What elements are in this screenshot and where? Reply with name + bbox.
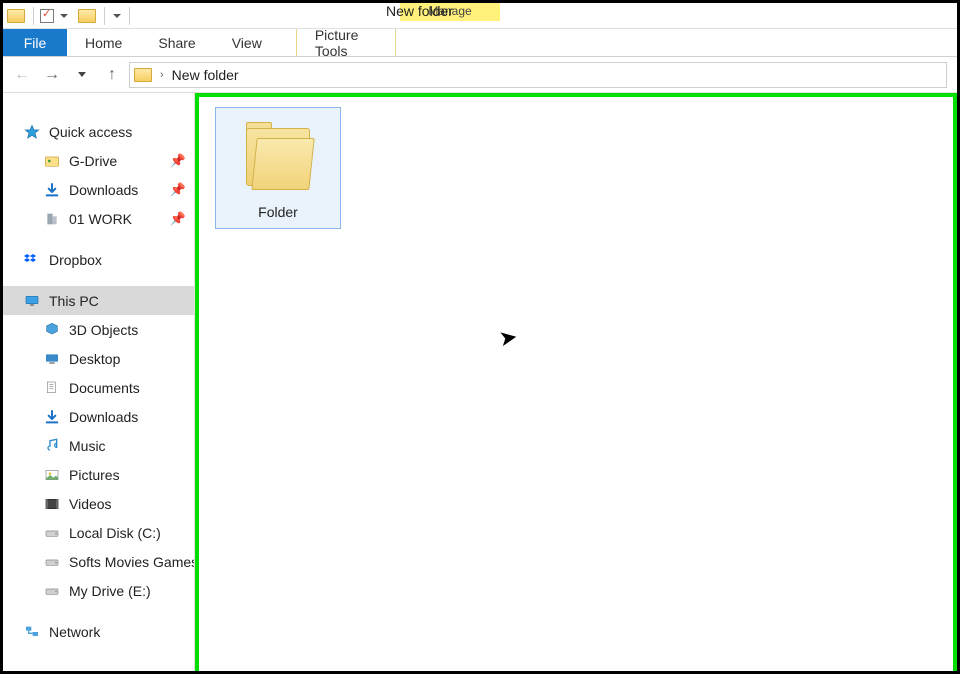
sidebar-dropbox[interactable]: Dropbox: [3, 245, 194, 274]
sidebar-item-label: Dropbox: [49, 252, 102, 268]
divider: [33, 7, 34, 25]
sidebar-item-label: Downloads: [69, 182, 138, 198]
divider: [129, 7, 130, 25]
sidebar-item-label: Quick access: [49, 124, 132, 140]
quick-access-toolbar: [3, 3, 134, 28]
network-icon: [23, 624, 41, 640]
pin-icon: 📌: [170, 182, 186, 198]
pictures-icon: [43, 467, 61, 483]
sidebar-item-desktop[interactable]: Desktop: [3, 344, 194, 373]
chevron-down-icon: [78, 72, 86, 77]
sidebar-item-downloads-pc[interactable]: Downloads: [3, 402, 194, 431]
star-icon: [23, 124, 41, 140]
up-button[interactable]: ↑: [99, 62, 125, 88]
chevron-down-icon[interactable]: [60, 14, 68, 18]
videos-icon: [43, 496, 61, 512]
navigation-row: ← → ↑ › New folder: [3, 57, 957, 93]
content-pane[interactable]: Folder ➤: [195, 93, 957, 671]
sidebar-item-softs-movies-games[interactable]: Softs Movies Games: [3, 547, 194, 576]
sidebar-network[interactable]: Network: [3, 617, 194, 646]
tab-picture-tools[interactable]: Picture Tools: [296, 29, 396, 56]
title-bar: Manage New folder: [3, 3, 957, 29]
building-icon: [43, 211, 61, 227]
file-item-folder[interactable]: Folder: [215, 107, 341, 229]
tab-view[interactable]: View: [214, 29, 280, 56]
main-area: Quick access G-Drive 📌 Downloads 📌 01 WO…: [3, 93, 957, 671]
sidebar-item-downloads[interactable]: Downloads 📌: [3, 175, 194, 204]
desktop-icon: [43, 351, 61, 367]
drive-icon: [43, 583, 61, 599]
sidebar-item-label: Videos: [69, 496, 112, 512]
document-icon: [43, 380, 61, 396]
sidebar-item-label: Local Disk (C:): [69, 525, 161, 541]
window-title: New folder: [386, 3, 453, 19]
sidebar-item-my-drive-e[interactable]: My Drive (E:): [3, 576, 194, 605]
folder-icon[interactable]: [7, 9, 25, 23]
sidebar-item-music[interactable]: Music: [3, 431, 194, 460]
sidebar-item-gdrive[interactable]: G-Drive 📌: [3, 146, 194, 175]
sidebar-item-pictures[interactable]: Pictures: [3, 460, 194, 489]
file-item-label: Folder: [258, 204, 298, 220]
music-icon: [43, 438, 61, 454]
sidebar-item-label: Music: [69, 438, 106, 454]
tab-home[interactable]: Home: [67, 29, 140, 56]
sidebar-item-3d-objects[interactable]: 3D Objects: [3, 315, 194, 344]
sidebar-item-label: Desktop: [69, 351, 120, 367]
forward-button[interactable]: →: [39, 62, 65, 88]
folder-icon: [134, 68, 152, 82]
cloud-drive-icon: [43, 153, 61, 169]
sidebar-item-label: My Drive (E:): [69, 583, 151, 599]
sidebar-item-label: This PC: [49, 293, 99, 309]
drive-icon: [43, 554, 61, 570]
ribbon-tabs: File Home Share View Picture Tools: [3, 29, 957, 57]
download-icon: [43, 409, 61, 425]
tab-share[interactable]: Share: [140, 29, 213, 56]
pin-icon: 📌: [170, 153, 186, 169]
sidebar-item-label: Pictures: [69, 467, 120, 483]
properties-icon[interactable]: [40, 9, 54, 23]
drive-icon: [43, 525, 61, 541]
divider: [104, 7, 105, 25]
sidebar-item-documents[interactable]: Documents: [3, 373, 194, 402]
folder-icon[interactable]: [78, 9, 96, 23]
sidebar-item-label: Downloads: [69, 409, 138, 425]
recent-locations-button[interactable]: [69, 62, 95, 88]
cursor-icon: ➤: [497, 324, 520, 353]
sidebar-item-label: 01 WORK: [69, 211, 132, 227]
tab-file[interactable]: File: [3, 29, 67, 56]
sidebar-item-label: Documents: [69, 380, 140, 396]
sidebar-this-pc[interactable]: This PC: [3, 286, 194, 315]
navigation-pane[interactable]: Quick access G-Drive 📌 Downloads 📌 01 WO…: [3, 93, 195, 671]
sidebar-item-label: 3D Objects: [69, 322, 138, 338]
chevron-down-icon[interactable]: [113, 14, 121, 18]
chevron-right-icon[interactable]: ›: [160, 69, 164, 81]
sidebar-item-videos[interactable]: Videos: [3, 489, 194, 518]
back-button[interactable]: ←: [9, 62, 35, 88]
download-icon: [43, 182, 61, 198]
pin-icon: 📌: [170, 211, 186, 227]
breadcrumb[interactable]: New folder: [172, 67, 239, 83]
sidebar-item-label: Network: [49, 624, 100, 640]
folder-icon: [242, 122, 314, 194]
cube-icon: [43, 322, 61, 338]
sidebar-quick-access[interactable]: Quick access: [3, 117, 194, 146]
dropbox-icon: [23, 252, 41, 268]
address-bar[interactable]: › New folder: [129, 62, 947, 88]
sidebar-item-label: G-Drive: [69, 153, 117, 169]
sidebar-item-01work[interactable]: 01 WORK 📌: [3, 204, 194, 233]
pc-icon: [23, 293, 41, 309]
sidebar-item-local-disk-c[interactable]: Local Disk (C:): [3, 518, 194, 547]
sidebar-item-label: Softs Movies Games: [69, 554, 195, 570]
